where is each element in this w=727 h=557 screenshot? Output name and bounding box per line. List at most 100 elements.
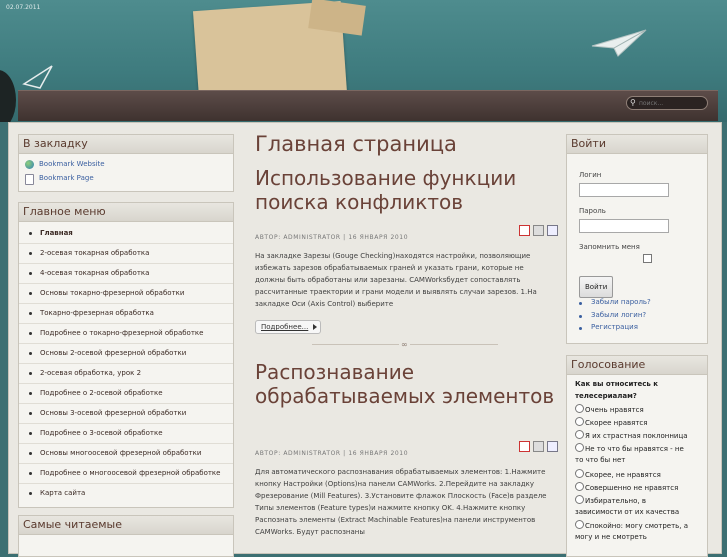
print-icon[interactable] <box>533 441 544 452</box>
poll-option[interactable]: Совершенно не нравятся <box>575 482 689 494</box>
menu-item[interactable]: Подробнее о токарно-фрезерной обработке <box>19 324 233 344</box>
register-link[interactable]: Регистрация <box>591 323 638 331</box>
radio-button[interactable] <box>575 430 584 439</box>
pdf-icon[interactable] <box>519 441 530 452</box>
menu-item-label: Подробнее о 2-осевой обработке <box>40 389 163 397</box>
radio-button[interactable] <box>575 482 584 491</box>
password-field[interactable] <box>579 219 669 233</box>
read-more-label: Подробнее... <box>261 323 309 331</box>
pdf-icon[interactable] <box>519 225 530 236</box>
email-icon[interactable] <box>547 441 558 452</box>
search-input[interactable] <box>639 97 701 109</box>
article-meta: АВТОР: ADMINISTRATOR | 16 ЯНВАРЯ 2010 <box>255 234 409 241</box>
read-more-button[interactable]: Подробнее... <box>255 320 322 334</box>
poll-question: Как вы относитесь к телесериалам? <box>575 380 658 400</box>
bookmark-website-label: Bookmark Website <box>39 160 105 168</box>
poll-option-label: Очень нравятся <box>585 406 644 414</box>
poll-option[interactable]: Спокойно: могу смотреть, а могу и не смо… <box>575 520 689 543</box>
bullet-icon <box>29 332 32 335</box>
menu-item-label: Основы 3-осевой фрезерной обработки <box>40 409 187 417</box>
menu-item[interactable]: 2-осевая токарная обработка <box>19 244 233 264</box>
poll-option[interactable]: Я их страстная поклонница <box>575 430 689 442</box>
article-tools <box>519 221 561 240</box>
email-icon[interactable] <box>547 225 558 236</box>
menu-item[interactable]: Основы 2-осевой фрезерной обработки <box>19 344 233 364</box>
poll-option[interactable]: Скорее нравятся <box>575 417 689 429</box>
poll-option-label: Я их страстная поклонница <box>585 432 688 440</box>
username-field[interactable] <box>579 183 669 197</box>
poll-option[interactable]: Не то что бы нравятся - не то что бы нет <box>575 443 689 466</box>
article-meta: АВТОР: ADMINISTRATOR | 16 ЯНВАРЯ 2010 <box>255 450 409 457</box>
menu-item-label: Основы токарно-фрезерной обработки <box>40 289 185 297</box>
menu-item[interactable]: 4-осевая токарная обработка <box>19 264 233 284</box>
bullet-icon <box>29 472 32 475</box>
menu-item[interactable]: Основы многоосевой фрезерной обработки <box>19 444 233 464</box>
remember-me-checkbox[interactable] <box>643 254 652 263</box>
menu-item-label: Подробнее о многоосевой фрезерной обрабо… <box>40 469 221 477</box>
article-title[interactable]: Распознавание обрабатываемых элементов <box>255 360 555 408</box>
menu-item[interactable]: Основы 3-осевой фрезерной обработки <box>19 404 233 424</box>
main-menu-module: Главное меню Главная 2-осевая токарная о… <box>18 202 234 508</box>
bullet-icon <box>29 232 32 235</box>
bookmarks-title: В закладку <box>19 135 233 154</box>
menu-item[interactable]: Подробнее о многоосевой фрезерной обрабо… <box>19 464 233 484</box>
login-button[interactable]: Войти <box>579 276 614 298</box>
print-icon[interactable] <box>533 225 544 236</box>
menu-item-sitemap[interactable]: Карта сайта <box>19 484 233 503</box>
menu-item-label: Главная <box>40 229 73 237</box>
login-title: Войти <box>567 135 707 154</box>
radio-button[interactable] <box>575 443 584 452</box>
menu-item[interactable]: Основы токарно-фрезерной обработки <box>19 284 233 304</box>
article-title[interactable]: Использование функции поиска конфликтов <box>255 166 555 214</box>
username-label: Логин <box>579 171 602 179</box>
search-box[interactable]: ⚲ <box>626 96 708 110</box>
arrow-right-icon <box>313 324 318 330</box>
radio-button[interactable] <box>575 495 584 504</box>
bookmark-page-link[interactable]: Bookmark Page <box>19 171 233 185</box>
bullet-icon <box>29 272 32 275</box>
page-title: Главная страница <box>255 132 457 156</box>
remember-me-label: Запомнить меня <box>579 243 640 251</box>
bullet-icon <box>29 352 32 355</box>
poll-option[interactable]: Очень нравятся <box>575 404 689 416</box>
bookmark-website-link[interactable]: Bookmark Website <box>19 157 233 171</box>
bullet-icon <box>579 327 582 330</box>
radio-button[interactable] <box>575 404 584 413</box>
globe-icon <box>25 160 34 169</box>
bullet-icon <box>29 412 32 415</box>
divider-ornament-icon: ∞ <box>399 340 410 349</box>
paper-plane-icon <box>22 65 53 89</box>
forgot-username-link[interactable]: Забыли логин? <box>591 311 646 319</box>
poll-module: Голосование Как вы относитесь к телесери… <box>566 355 708 557</box>
password-label: Пароль <box>579 207 606 215</box>
menu-item[interactable]: 2-осевая обработка, урок 2 <box>19 364 233 384</box>
poll-option-label: Избирательно, в зависимости от их качест… <box>575 497 680 516</box>
poll-option-label: Не то что бы нравятся - не то что бы нет <box>575 445 684 464</box>
radio-button[interactable] <box>575 469 584 478</box>
article-intro: Для автоматического распознавания обраба… <box>255 468 547 536</box>
menu-item[interactable]: Подробнее о 2-осевой обработке <box>19 384 233 404</box>
main-menu-title: Главное меню <box>19 203 233 222</box>
radio-button[interactable] <box>575 417 584 426</box>
menu-item-label: 2-осевая токарная обработка <box>40 249 150 257</box>
bullet-icon <box>29 392 32 395</box>
menu-item[interactable]: Подробнее о 3-осевой обработке <box>19 424 233 444</box>
poll-option[interactable]: Избирательно, в зависимости от их качест… <box>575 495 689 518</box>
login-module: Войти Логин Пароль Запомнить меня Войти … <box>566 134 708 344</box>
poll-option[interactable]: Скорее, не нравятся <box>575 469 689 481</box>
article-divider: ∞ <box>312 340 498 349</box>
bullet-icon <box>29 432 32 435</box>
menu-item-home[interactable]: Главная <box>19 224 233 244</box>
bullet-icon <box>29 252 32 255</box>
poll-option-label: Скорее нравятся <box>585 419 648 427</box>
bullet-icon <box>29 312 32 315</box>
radio-button[interactable] <box>575 520 584 529</box>
menu-item-label: Карта сайта <box>40 489 86 497</box>
poll-title: Голосование <box>567 356 707 375</box>
menu-item-label: Основы 2-осевой фрезерной обработки <box>40 349 187 357</box>
bullet-icon <box>29 372 32 375</box>
menu-item[interactable]: Токарно-фрезерная обработка <box>19 304 233 324</box>
forgot-password-link[interactable]: Забыли пароль? <box>591 298 651 306</box>
bullet-icon <box>579 315 582 318</box>
poll-option-label: Скорее, не нравятся <box>585 471 661 479</box>
